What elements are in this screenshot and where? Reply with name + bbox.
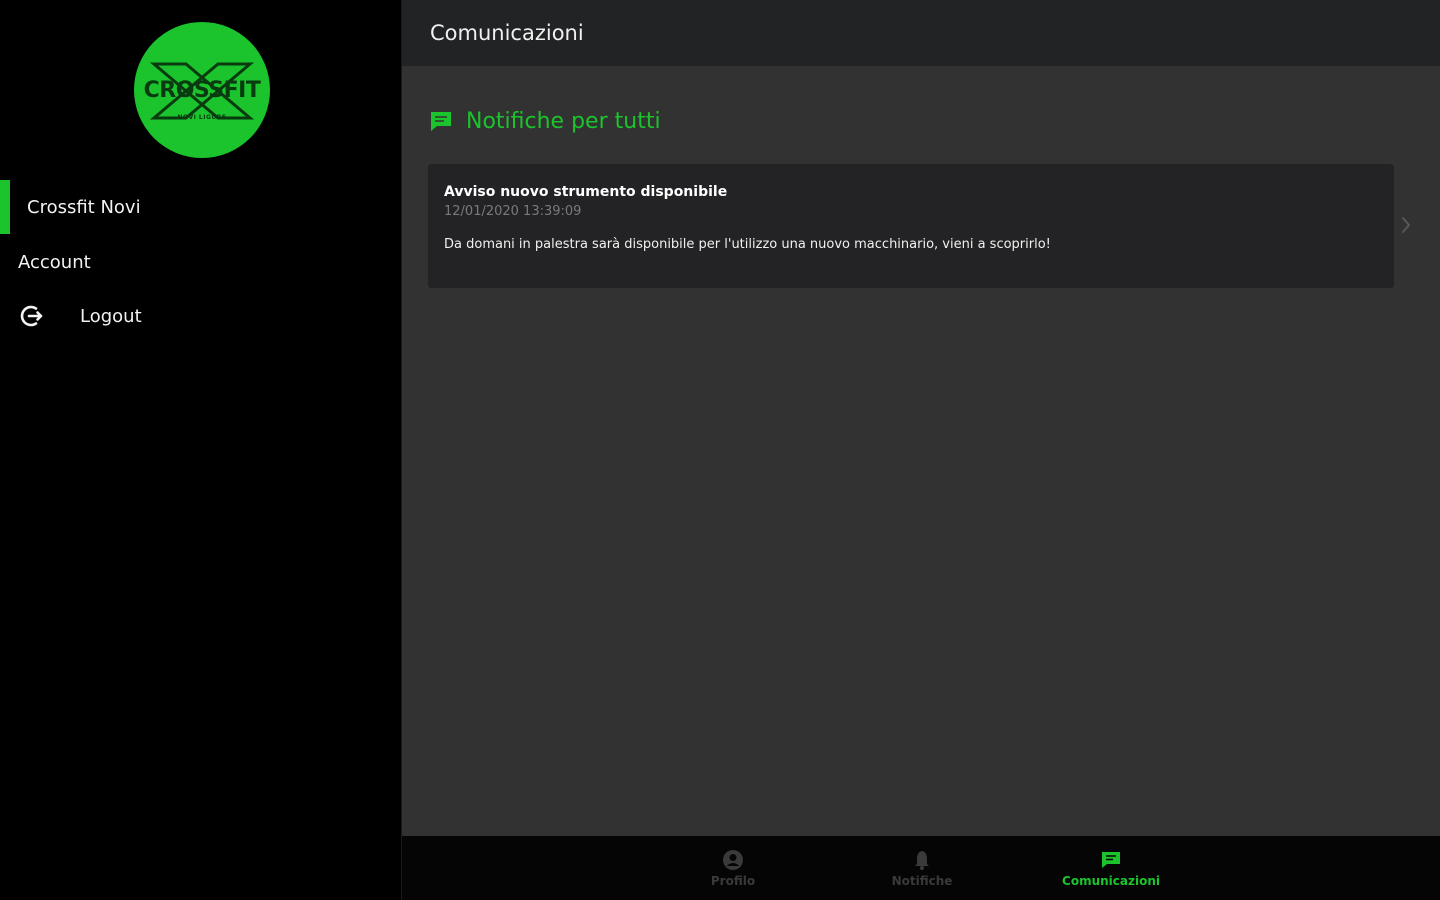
notification-date: 12/01/2020 13:39:09 [444, 204, 582, 219]
bottom-nav: Profilo Notifiche Comunicazioni [402, 836, 1440, 900]
notification-title: Avviso nuovo strumento disponibile [444, 184, 728, 200]
chat-icon [1100, 849, 1122, 871]
tab-notifiche[interactable]: Notifiche [842, 836, 1002, 900]
crossfit-logo: CROSSFIT NOVI LIGURE [134, 22, 270, 158]
active-indicator [0, 180, 10, 234]
tab-label: Comunicazioni [1062, 873, 1160, 888]
logo-subtext: NOVI LIGURE [177, 114, 227, 121]
sidebar-item-label: Logout [80, 305, 142, 327]
bell-icon [911, 849, 933, 871]
notification-body: Da domani in palestra sarà disponibile p… [444, 237, 1051, 252]
sidebar: CROSSFIT NOVI LIGURE Crossfit Novi Accou… [0, 0, 402, 900]
sidebar-item-label: Crossfit Novi [27, 196, 141, 218]
tab-profilo[interactable]: Profilo [653, 836, 813, 900]
section-title: Notifiche per tutti [466, 108, 661, 134]
tab-label: Profilo [710, 873, 756, 888]
logout-icon [18, 302, 46, 330]
sidebar-item-account[interactable]: Account [0, 238, 402, 286]
sidebar-item-crossfit-novi[interactable]: Crossfit Novi [0, 180, 402, 234]
tab-label: Notifiche [891, 873, 953, 888]
sidebar-item-logout[interactable]: Logout [0, 292, 402, 340]
user-icon [722, 849, 744, 871]
tab-comunicazioni[interactable]: Comunicazioni [1031, 836, 1191, 900]
logo-text: CROSSFIT [143, 78, 261, 103]
main-content: Comunicazioni Notifiche per tutti Avviso… [402, 0, 1440, 900]
page-title: Comunicazioni [430, 21, 584, 45]
chat-icon [428, 108, 454, 134]
section-header: Notifiche per tutti [428, 108, 661, 134]
chevron-right-icon[interactable] [1400, 214, 1412, 236]
top-bar: Comunicazioni [402, 0, 1440, 66]
sidebar-item-label: Account [18, 251, 91, 273]
notification-card[interactable]: Avviso nuovo strumento disponibile 12/01… [428, 164, 1394, 288]
